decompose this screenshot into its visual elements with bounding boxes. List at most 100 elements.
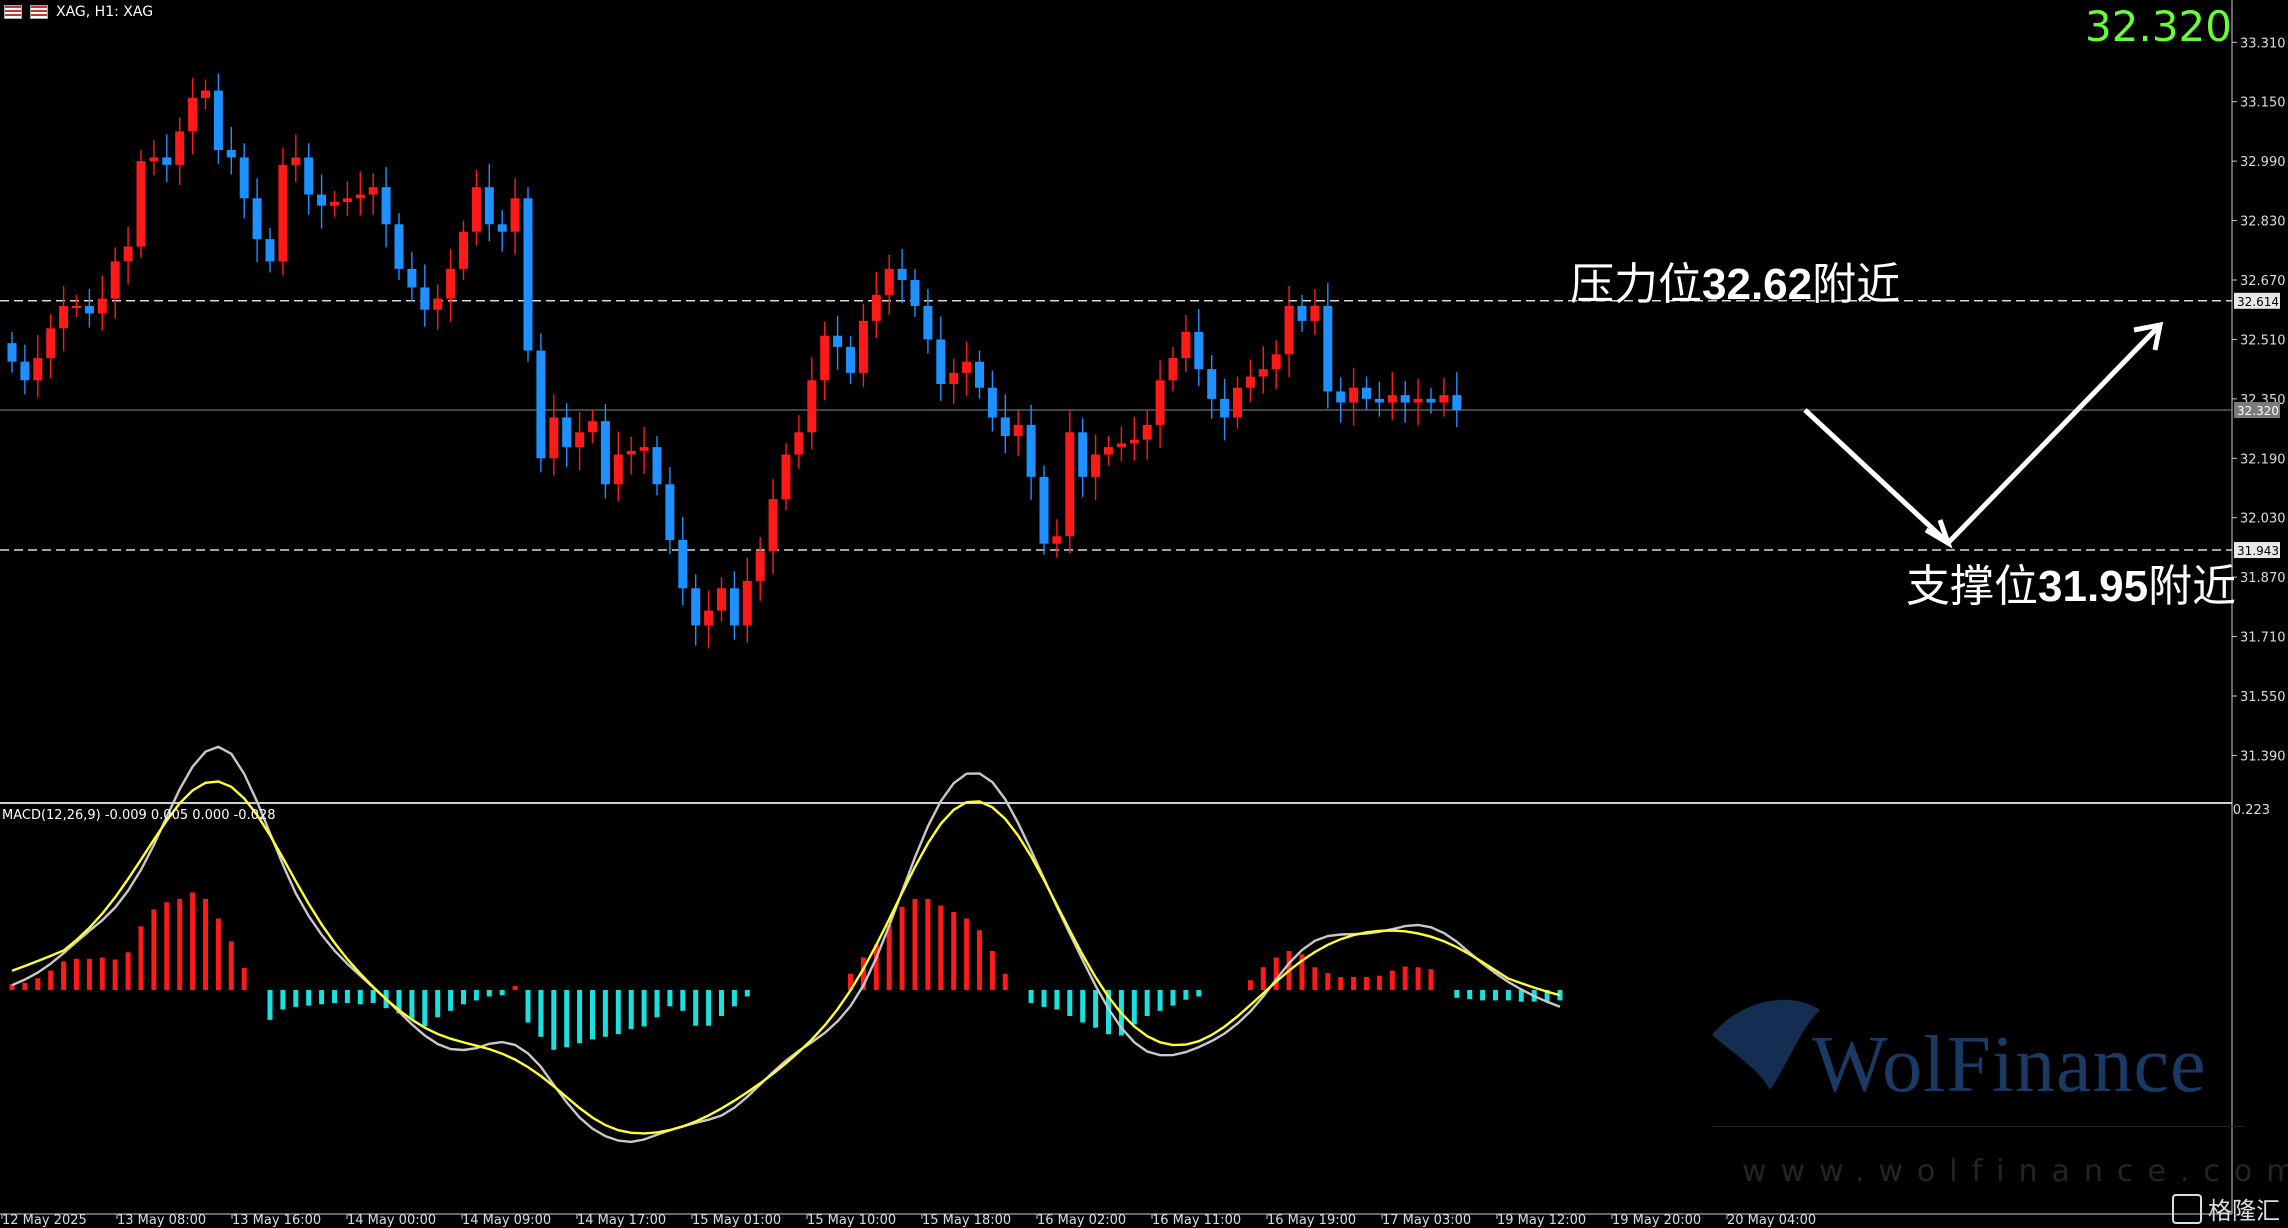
candle-body bbox=[278, 164, 288, 262]
macd-histogram-bar bbox=[1325, 973, 1331, 990]
macd-histogram-bar bbox=[293, 990, 299, 1007]
macd-histogram-bar bbox=[35, 978, 41, 990]
candle-body bbox=[317, 194, 327, 206]
candle-body bbox=[1220, 398, 1230, 418]
time-tick-label: 12 May 2025 bbox=[2, 1213, 87, 1228]
candle-body bbox=[691, 588, 701, 626]
candle-body bbox=[1374, 398, 1384, 403]
macd-histogram-bar bbox=[319, 990, 325, 1005]
candle-body bbox=[1000, 417, 1010, 436]
macd-histogram-bar bbox=[538, 990, 544, 1037]
macd-histogram-bar bbox=[112, 959, 118, 990]
macd-histogram-bar bbox=[370, 990, 376, 1003]
macd-histogram-bar bbox=[1054, 990, 1060, 1010]
macd-histogram-bar bbox=[641, 990, 647, 1027]
macd-histogram-bar bbox=[1364, 977, 1369, 990]
brand-badge: 格隆汇 bbox=[2172, 1191, 2280, 1226]
candle-body bbox=[291, 157, 301, 165]
candle-body bbox=[613, 454, 623, 485]
candle-body bbox=[110, 261, 120, 299]
candle-body bbox=[84, 306, 94, 314]
flag-icon bbox=[4, 5, 22, 19]
candle-body bbox=[1039, 476, 1049, 544]
macd-histogram-bar bbox=[409, 990, 415, 1020]
macd-histogram-bar bbox=[461, 990, 466, 1005]
macd-histogram-bar bbox=[719, 990, 724, 1016]
candle-body bbox=[1065, 432, 1075, 537]
candle-body bbox=[1245, 376, 1255, 388]
macd-histogram-bar bbox=[448, 990, 454, 1011]
time-tick-label: 15 May 01:00 bbox=[692, 1213, 781, 1228]
macd-histogram-bar bbox=[1505, 990, 1511, 1001]
time-tick-label: 13 May 16:00 bbox=[232, 1213, 321, 1228]
candle-body bbox=[1297, 306, 1307, 321]
macd-histogram-bar bbox=[899, 906, 905, 990]
macd-histogram-bar bbox=[590, 990, 595, 1040]
macd-histogram-bar bbox=[1183, 990, 1189, 1000]
candle-body bbox=[1013, 424, 1023, 436]
candle-body bbox=[1091, 454, 1101, 477]
macd-histogram-bar bbox=[1260, 967, 1266, 990]
time-tick-label: 17 May 03:00 bbox=[1382, 1213, 1471, 1228]
candle-body bbox=[600, 421, 610, 485]
candle-body bbox=[1194, 332, 1204, 370]
macd-histogram-bar bbox=[525, 990, 531, 1023]
macd-histogram-bar bbox=[1338, 977, 1344, 990]
macd-histogram-bar bbox=[744, 990, 750, 997]
candle-body bbox=[1362, 387, 1371, 399]
macd-histogram-bar bbox=[615, 990, 621, 1035]
price-tick-label: 32.510 bbox=[2240, 333, 2286, 348]
macd-histogram-bar bbox=[99, 957, 105, 990]
macd-histogram-bar bbox=[48, 970, 54, 990]
macd-histogram-bar bbox=[486, 990, 492, 997]
macd-histogram-bar bbox=[1144, 990, 1150, 1016]
support-prefix: 支撑位 bbox=[1906, 561, 2038, 612]
candle-body bbox=[820, 335, 830, 381]
macd-histogram-bar bbox=[74, 958, 79, 990]
macd-histogram-bar bbox=[951, 912, 957, 990]
price-marker-label: 32.614 bbox=[2237, 295, 2279, 309]
forecast-arrow-up bbox=[1946, 323, 2162, 545]
candles-group bbox=[7, 73, 1462, 649]
candle-body bbox=[304, 157, 314, 195]
time-tick-label: 14 May 00:00 bbox=[347, 1213, 436, 1228]
macd-histogram-bar bbox=[667, 990, 673, 1007]
macd-histogram-bar bbox=[1376, 975, 1382, 990]
candle-body bbox=[652, 447, 662, 485]
candle-body bbox=[59, 306, 69, 329]
resistance-prefix: 压力位 bbox=[1570, 259, 1702, 310]
watermark-brand: WolFinance bbox=[1812, 1021, 2207, 1109]
candle-body bbox=[897, 268, 907, 280]
candle-body bbox=[46, 328, 56, 358]
candle-body bbox=[923, 306, 933, 340]
candle-body bbox=[549, 417, 559, 459]
candle-body bbox=[742, 580, 752, 626]
resistance-suffix: 附近 bbox=[1812, 259, 1901, 310]
price-tick-label: 32.190 bbox=[2240, 452, 2286, 467]
candle-body bbox=[1155, 380, 1165, 425]
macd-histogram-bar bbox=[1093, 990, 1099, 1028]
price-tick-label: 31.870 bbox=[2240, 571, 2286, 586]
candle-body bbox=[1439, 395, 1449, 403]
brand-badge-text: 格隆汇 bbox=[2208, 1197, 2280, 1225]
candle-body bbox=[910, 280, 920, 306]
candle-body bbox=[1349, 387, 1359, 403]
macd-histogram-bar bbox=[1131, 990, 1137, 1025]
macd-histogram-bar bbox=[512, 986, 518, 990]
time-tick-label: 15 May 18:00 bbox=[922, 1213, 1011, 1228]
macd-histogram-bar bbox=[22, 982, 28, 990]
macd-histogram-bar bbox=[499, 990, 505, 996]
candle-body bbox=[1116, 443, 1126, 448]
time-tick-label: 16 May 02:00 bbox=[1037, 1213, 1126, 1228]
candle-body bbox=[433, 298, 443, 310]
macd-histogram-bar bbox=[332, 990, 337, 1003]
candle-body bbox=[201, 90, 210, 98]
candle-body bbox=[1387, 395, 1397, 403]
macd-indicator-label: MACD(12,26,9) -0.009 0.005 0.000 -0.028 bbox=[2, 808, 276, 823]
time-tick-label: 19 May 20:00 bbox=[1612, 1213, 1701, 1228]
macd-histogram-bar bbox=[564, 990, 570, 1048]
macd-histogram-bar bbox=[706, 990, 712, 1026]
candle-body bbox=[755, 551, 765, 581]
candle-body bbox=[962, 361, 972, 373]
macd-histogram-bar bbox=[693, 990, 699, 1026]
